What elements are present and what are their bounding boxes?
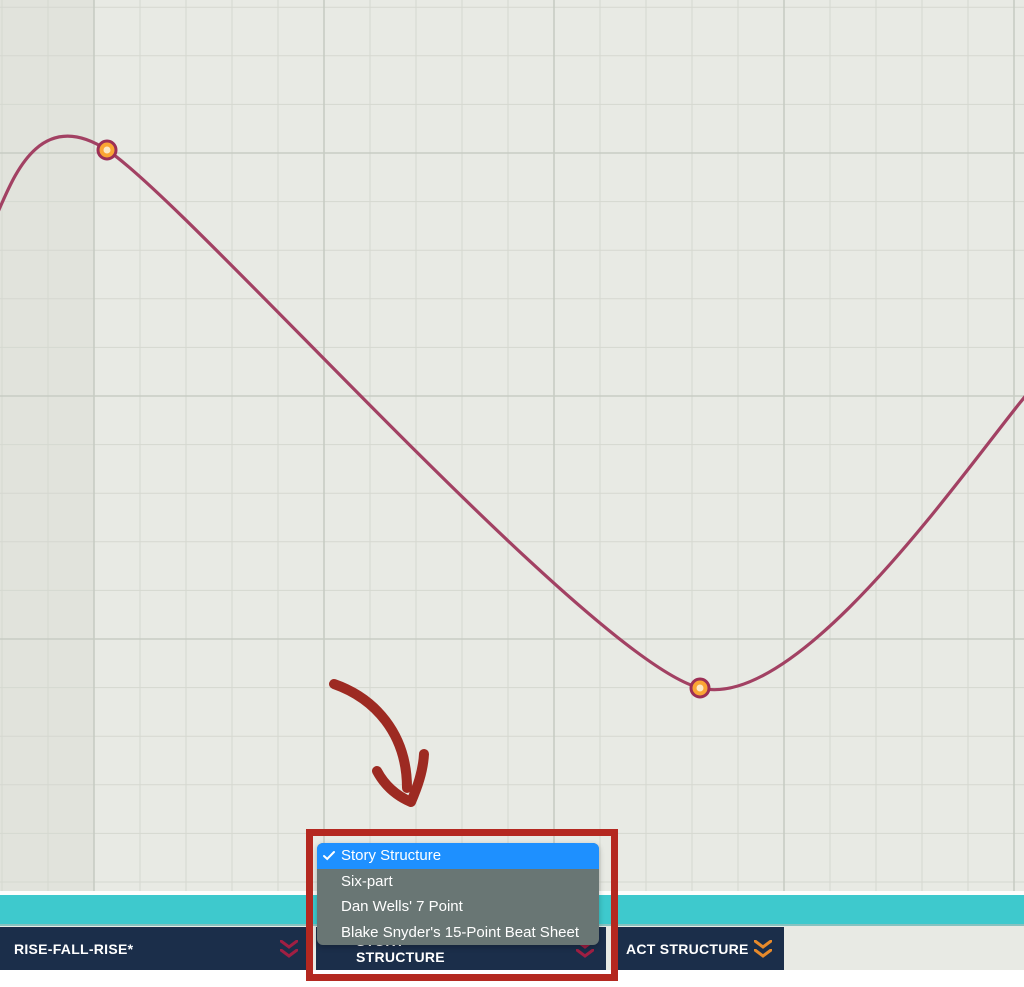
app-canvas: RISE-FALL-RISE* STORY STRUCTURE ACT STRU… <box>0 0 1024 987</box>
footer-gap <box>0 970 1024 987</box>
story-arc-chart <box>0 0 1024 891</box>
dropdown-item-label: Six-part <box>341 873 393 890</box>
dropdown-item[interactable]: Six-part <box>317 869 599 895</box>
dropdown-item[interactable]: Dan Wells' 7 Point <box>317 894 599 920</box>
shape-dropdown-label: RISE-FALL-RISE* <box>14 941 133 957</box>
act-dropdown[interactable]: ACT STRUCTURE <box>612 927 784 970</box>
act-dropdown-label: ACT STRUCTURE <box>626 941 749 957</box>
annotation-arrow-icon <box>319 678 436 818</box>
dropdown-item[interactable]: Blake Snyder's 15-Point Beat Sheet <box>317 920 599 946</box>
chevron-down-icon <box>754 939 772 959</box>
dropdown-item-label: Blake Snyder's 15-Point Beat Sheet <box>341 924 579 941</box>
dropdown-item-label: Dan Wells' 7 Point <box>341 898 463 915</box>
structure-dropdown-menu: Story Structure Six-part Dan Wells' 7 Poin… <box>317 843 599 945</box>
dropdown-item[interactable]: Story Structure <box>317 843 599 869</box>
check-icon <box>323 850 335 862</box>
dropdown-item-label: Story Structure <box>341 847 441 864</box>
shape-dropdown[interactable]: RISE-FALL-RISE* <box>0 927 310 970</box>
chevron-down-icon <box>280 939 298 959</box>
